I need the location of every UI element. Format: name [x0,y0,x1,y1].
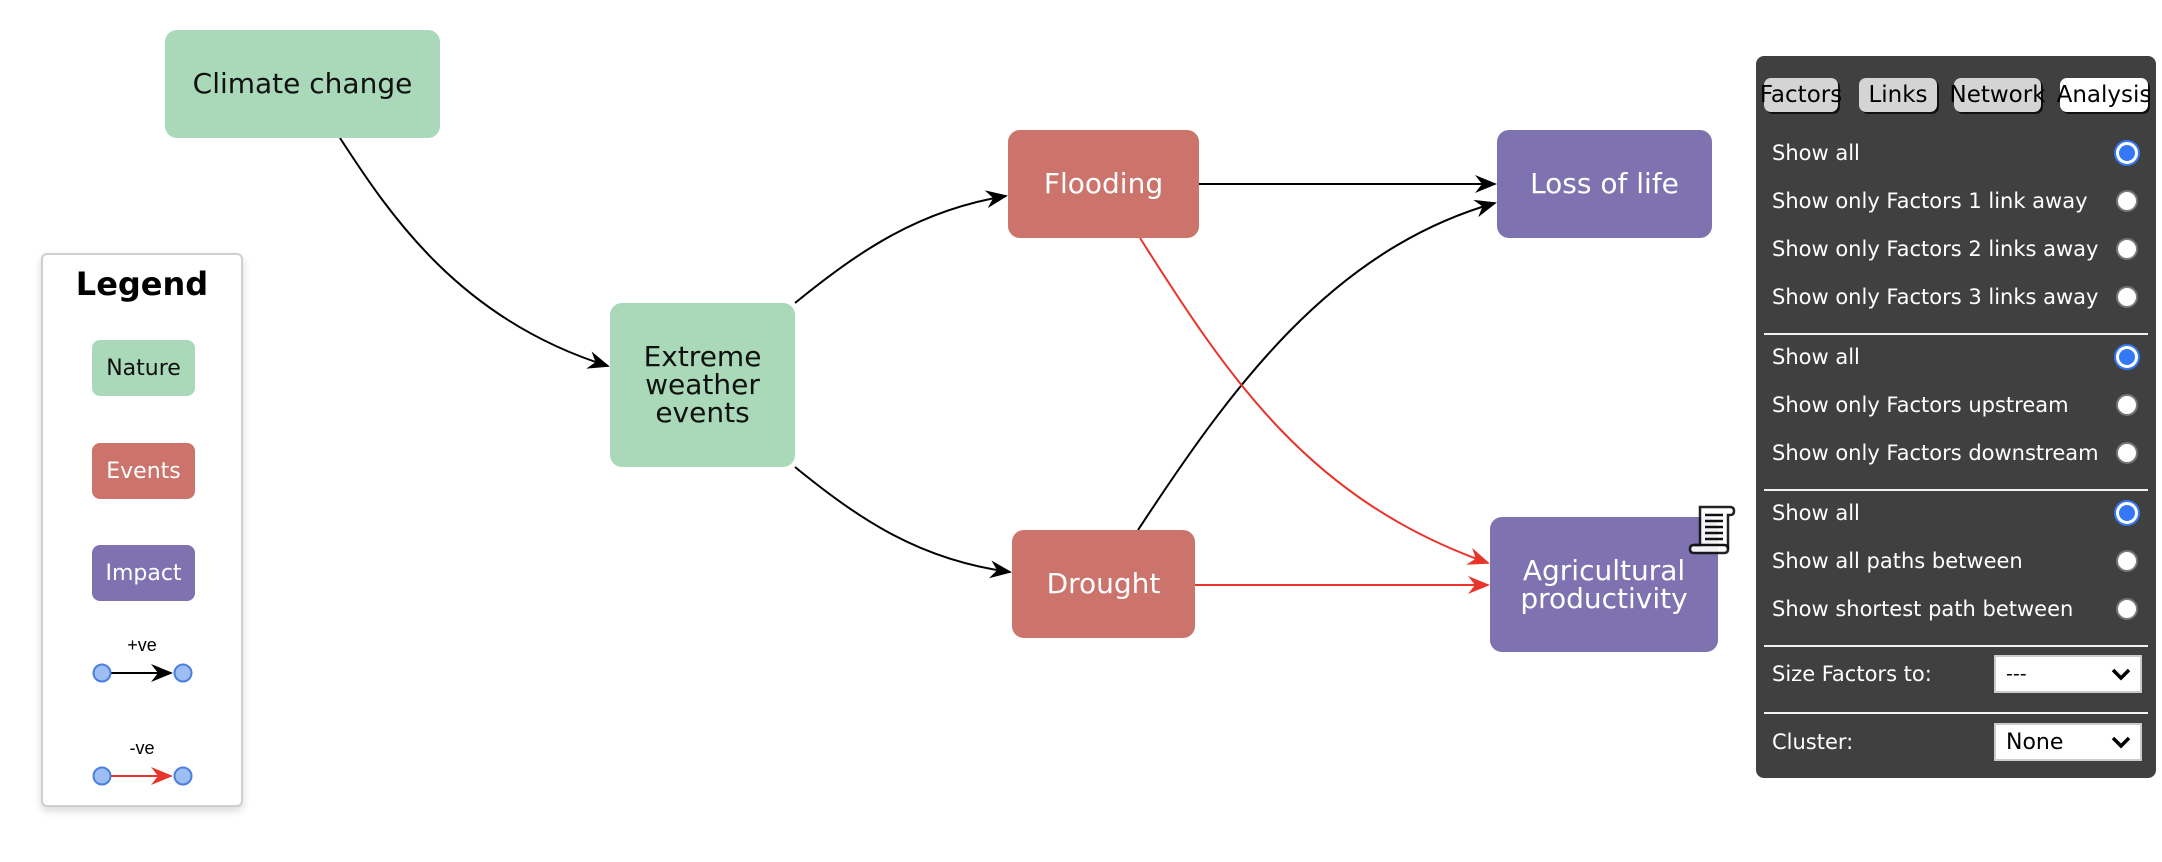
chevron-down-icon [2111,668,2131,681]
factor-label: Flooding [1043,167,1164,200]
radio-button[interactable] [2116,550,2138,572]
radio-paths-show-all[interactable]: Show all [1772,493,2140,533]
divider [1764,489,2148,491]
radio-button[interactable] [2116,286,2138,308]
factor-label: Extreme weather events [643,340,762,429]
factor-label: Climate change [192,67,413,100]
factor-extreme-weather-events[interactable]: Extreme weather events [610,303,795,467]
legend-negative-edge [92,766,193,786]
factor-drought[interactable]: Drought [1012,530,1195,638]
radio-button[interactable] [2116,142,2138,164]
tab-analysis[interactable]: Analysis [2057,78,2151,112]
panel-tabs: Factors Links Network Analysis [1760,78,2151,114]
radio-3-links-away[interactable]: Show only Factors 3 links away [1772,277,2140,317]
link-extreme-to-drought[interactable] [794,466,1012,579]
radio-button[interactable] [2116,502,2138,524]
tab-links[interactable]: Links [1859,78,1937,112]
cluster-select[interactable]: None [1994,723,2142,761]
radio-1-link-away[interactable]: Show only Factors 1 link away [1772,181,2140,221]
radio-all-paths-between[interactable]: Show all paths between [1772,541,2140,581]
radio-direction-show-all[interactable]: Show all [1772,337,2140,377]
factor-flooding[interactable]: Flooding [1008,130,1199,238]
radio-shortest-path-between[interactable]: Show shortest path between [1772,589,2140,629]
factor-label: Agricultural productivity [1520,553,1688,615]
size-factors-select[interactable]: --- [1994,655,2142,693]
divider [1764,712,2148,714]
size-factors-row: Size Factors to: --- [1772,653,2142,695]
radio-upstream[interactable]: Show only Factors upstream [1772,385,2140,425]
scroll-note-icon[interactable] [1688,503,1738,557]
radio-button[interactable] [2116,598,2138,620]
analysis-panel: Factors Links Network Analysis Show all … [1756,56,2156,778]
cluster-label: Cluster: [1772,730,1854,754]
factor-loss-of-life[interactable]: Loss of life [1497,130,1712,238]
radio-2-links-away[interactable]: Show only Factors 2 links away [1772,229,2140,269]
cluster-row: Cluster: None [1772,721,2142,763]
chevron-down-icon [2111,736,2131,749]
tab-network[interactable]: Network [1949,78,2046,112]
link-extreme-to-flooding[interactable] [794,190,1008,304]
radio-distance-show-all[interactable]: Show all [1772,133,2140,173]
divider [1764,333,2148,335]
radio-button[interactable] [2116,238,2138,260]
radio-button[interactable] [2116,190,2138,212]
link-drought-to-loss[interactable] [1137,199,1497,531]
legend-positive-edge [92,663,193,683]
link-flooding-to-agri[interactable] [1139,237,1490,565]
radio-button[interactable] [2116,346,2138,368]
factor-label: Loss of life [1530,167,1679,200]
factor-climate-change[interactable]: Climate change [165,30,440,138]
legend-panel: Legend Nature Events Impact +ve -ve [41,253,243,807]
legend-edge-samples [92,663,193,786]
size-factors-label: Size Factors to: [1772,662,1932,686]
radio-button[interactable] [2116,394,2138,416]
divider [1764,645,2148,647]
radio-button[interactable] [2116,442,2138,464]
factor-agricultural-productivity[interactable]: Agricultural productivity [1490,517,1718,652]
tab-factors[interactable]: Factors [1760,78,1842,112]
radio-downstream[interactable]: Show only Factors downstream [1772,433,2140,473]
link-climate-to-extreme[interactable] [339,137,610,369]
factor-label: Drought [1046,567,1161,600]
